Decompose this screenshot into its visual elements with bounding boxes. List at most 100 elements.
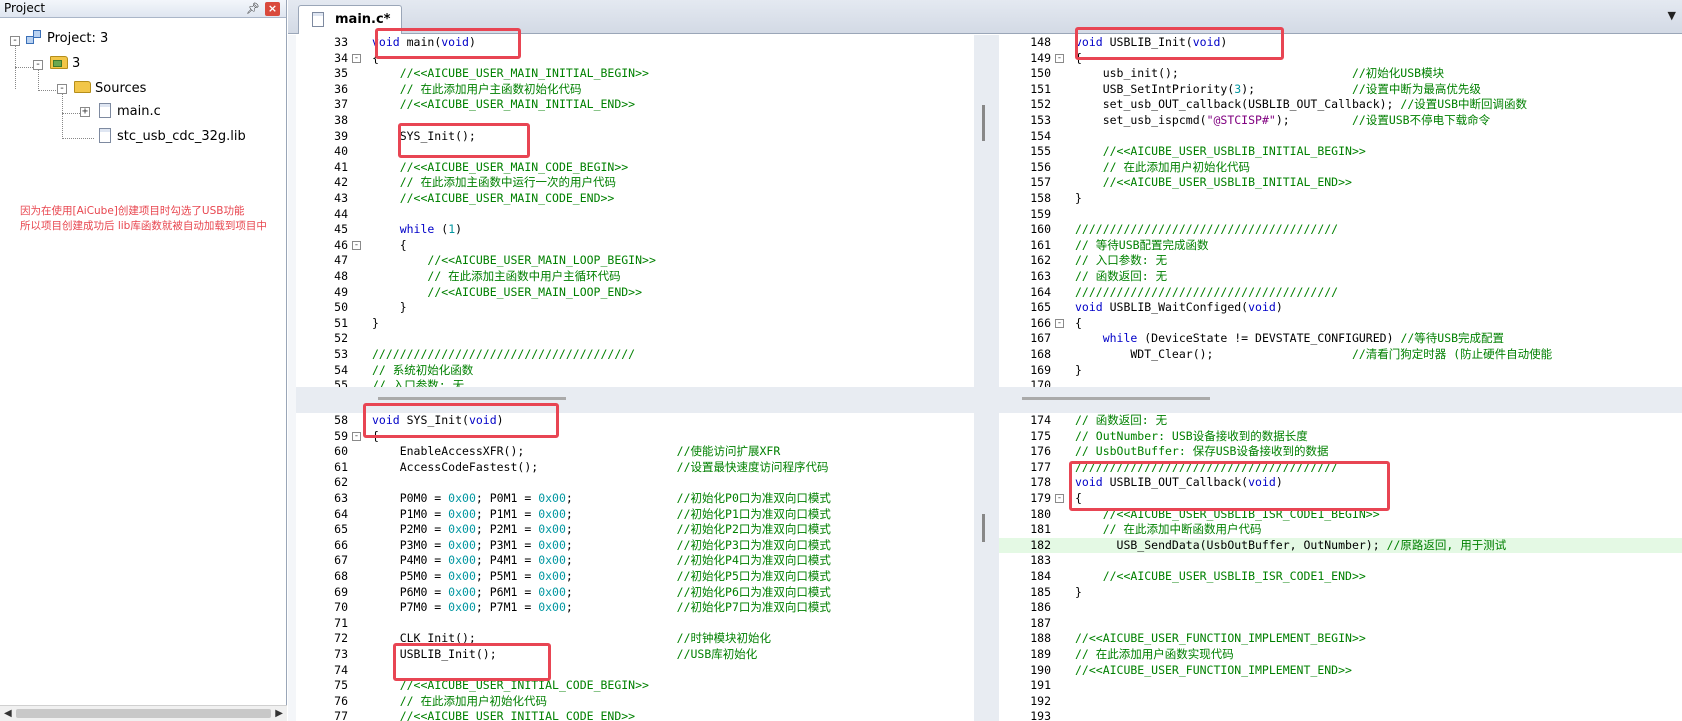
code-line[interactable]: 58 void SYS_Init(void) <box>296 413 974 429</box>
code-line[interactable]: 164 /////////////////////////////////////… <box>999 285 1682 301</box>
code-line[interactable]: 178 void USBLIB_OUT_Callback(void) <box>999 475 1682 491</box>
code-line[interactable]: 68 P5M0 = 0x00; P5M1 = 0x00; //初始化P5口为准双… <box>296 569 974 585</box>
tree-node-file[interactable]: stc_usb_cdc_32g.lib <box>99 128 246 146</box>
code-line[interactable]: 168 WDT_Clear(); //清看门狗定时器 (防止硬件自动使能 <box>999 347 1682 363</box>
collapse-project-toggle[interactable]: - <box>10 36 20 46</box>
code-line[interactable]: 69 P6M0 = 0x00; P6M1 = 0x00; //初始化P6口为准双… <box>296 585 974 601</box>
code-line[interactable]: 183 <box>999 553 1682 569</box>
collapse-group-toggle[interactable]: - <box>57 84 67 94</box>
code-line[interactable]: 184 //<<AICUBE_USER_USBLIB_ISR_CODE1_END… <box>999 569 1682 585</box>
code-line[interactable]: 72 CLK_Init(); //时钟模块初始化 <box>296 631 974 647</box>
editor-pane-bottom-left[interactable]: 58 void SYS_Init(void) 59- {60 EnableAccess… <box>296 413 974 721</box>
code-line[interactable]: 150 usb_init(); //初始化USB模块 <box>999 66 1682 82</box>
code-line[interactable]: 39 SYS_Init(); <box>296 129 974 145</box>
code-line[interactable]: 33 void main(void) <box>296 35 974 51</box>
code-line[interactable]: 55 // 入口参数: 无 <box>296 378 974 387</box>
code-line[interactable]: 156 // 在此添加用户初始化代码 <box>999 160 1682 176</box>
code-line[interactable]: 38 <box>296 113 974 129</box>
project-horizontal-scrollbar[interactable]: ◀ ▶ <box>0 705 287 721</box>
editor-pane-bottom-right[interactable]: 174 // 函数返回: 无 175 // OutNumber: USB设备接收到的数… <box>999 413 1682 721</box>
code-line[interactable]: 37 //<<AICUBE_USER_MAIN_INITIAL_END>> <box>296 97 974 113</box>
tab-main-c[interactable]: main.c* <box>298 5 402 34</box>
horizontal-scroll-thumb[interactable] <box>378 397 566 400</box>
code-line[interactable]: 73 USBLIB_Init(); //USB库初始化 <box>296 647 974 663</box>
vertical-splitter[interactable] <box>974 35 999 721</box>
code-line[interactable]: 45 while (1) <box>296 222 974 238</box>
code-line[interactable]: 155 //<<AICUBE_USER_USBLIB_INITIAL_BEGIN… <box>999 144 1682 160</box>
vertical-scroll-thumb[interactable] <box>982 514 985 542</box>
code-line[interactable]: 151 USB_SetIntPriority(3); //设置中断为最高优先级 <box>999 82 1682 98</box>
code-line[interactable]: 176 // UsbOutBuffer: 保存USB设备接收到的数据 <box>999 444 1682 460</box>
horizontal-scroll-thumb[interactable] <box>1022 397 1210 400</box>
code-line[interactable]: 181 // 在此添加中断函数用户代码 <box>999 522 1682 538</box>
pin-icon[interactable]: 📌︎ <box>246 0 260 17</box>
fold-toggle-icon[interactable]: - <box>1055 53 1064 63</box>
code-line[interactable]: 188 //<<AICUBE_USER_FUNCTION_IMPLEMENT_BE… <box>999 631 1682 647</box>
editor-pane-top-right[interactable]: 148 void USBLIB_Init(void) 149-{150 usb_in… <box>999 35 1682 387</box>
close-icon[interactable]: × <box>265 2 280 16</box>
code-line[interactable]: 169} <box>999 363 1682 379</box>
code-line[interactable]: 48 // 在此添加主函数中用户主循环代码 <box>296 269 974 285</box>
code-line[interactable]: 64 P1M0 = 0x00; P1M1 = 0x00; //初始化P1口为准双… <box>296 507 974 523</box>
code-line[interactable]: 154 <box>999 129 1682 145</box>
code-line[interactable]: 62 <box>296 475 974 491</box>
code-line[interactable]: 67 P4M0 = 0x00; P4M1 = 0x00; //初始化P4口为准双… <box>296 553 974 569</box>
tree-node-target[interactable]: 3 <box>50 55 80 73</box>
code-line[interactable]: 189 // 在此添加用户函数实现代码 <box>999 647 1682 663</box>
code-line[interactable]: 158} <box>999 191 1682 207</box>
vertical-scroll-thumb[interactable] <box>982 105 985 141</box>
code-line[interactable]: 76 // 在此添加用户初始化代码 <box>296 694 974 710</box>
code-line[interactable]: 190 //<<AICUBE_USER_FUNCTION_IMPLEMENT_EN… <box>999 663 1682 679</box>
code-line[interactable]: 152 set_usb_OUT_callback(USBLIB_OUT_Call… <box>999 97 1682 113</box>
code-line[interactable]: 66 P3M0 = 0x00; P3M1 = 0x00; //初始化P3口为准双… <box>296 538 974 554</box>
code-line[interactable]: 53 ////////////////////////////////////// <box>296 347 974 363</box>
code-line[interactable]: 40 <box>296 144 974 160</box>
scroll-left-icon[interactable]: ◀ <box>4 708 12 719</box>
tree-node-project[interactable]: Project: 3 <box>26 30 108 48</box>
code-line[interactable]: 185} <box>999 585 1682 601</box>
code-line[interactable]: 77 //<<AICUBE_USER_INITIAL_CODE_END>> <box>296 709 974 721</box>
code-line[interactable]: 161 // 等待USB配置完成函数 <box>999 238 1682 254</box>
code-line[interactable]: 35 //<<AICUBE_USER_MAIN_INITIAL_BEGIN>> <box>296 66 974 82</box>
code-line[interactable]: 42 // 在此添加主函数中运行一次的用户代码 <box>296 175 974 191</box>
code-line[interactable]: 61 AccessCodeFastest(); //设置最快速度访问程序代码 <box>296 460 974 476</box>
code-line[interactable]: 175 // OutNumber: USB设备接收到的数据长度 <box>999 429 1682 445</box>
code-line[interactable]: 182 USB_SendData(UsbOutBuffer, OutNumber… <box>999 537 1682 554</box>
code-line[interactable]: 63 P0M0 = 0x00; P0M1 = 0x00; //初始化P0口为准双… <box>296 491 974 507</box>
tree-node-file[interactable]: main.c <box>99 103 161 121</box>
code-line[interactable]: 71 <box>296 616 974 632</box>
fold-toggle-icon[interactable]: - <box>352 240 361 250</box>
code-line[interactable]: 167 while (DeviceState != DEVSTATE_CONFI… <box>999 331 1682 347</box>
code-line[interactable]: 166- { <box>999 316 1682 332</box>
code-line[interactable]: 44 <box>296 207 974 223</box>
code-line[interactable]: 177 /////////////////////////////////////… <box>999 460 1682 476</box>
code-line[interactable]: 179- { <box>999 491 1682 507</box>
code-line[interactable]: 180 //<<AICUBE_USER_USBLIB_ISR_CODE1_BEG… <box>999 507 1682 523</box>
code-line[interactable]: 186 <box>999 600 1682 616</box>
code-line[interactable]: 47 //<<AICUBE_USER_MAIN_LOOP_BEGIN>> <box>296 253 974 269</box>
code-line[interactable]: 41 //<<AICUBE_USER_MAIN_CODE_BEGIN>> <box>296 160 974 176</box>
code-line[interactable]: 60 EnableAccessXFR(); //使能访问扩展XFR <box>296 444 974 460</box>
code-line[interactable]: 149- { <box>999 51 1682 67</box>
scroll-right-icon[interactable]: ▶ <box>275 708 283 719</box>
tree-node-sources[interactable]: Sources <box>74 80 146 98</box>
fold-toggle-icon[interactable]: - <box>1055 318 1064 328</box>
code-line[interactable]: 191 <box>999 678 1682 694</box>
code-line[interactable]: 49 //<<AICUBE_USER_MAIN_LOOP_END>> <box>296 285 974 301</box>
fold-toggle-icon[interactable]: - <box>352 431 361 441</box>
code-line[interactable]: 34- { <box>296 51 974 67</box>
code-line[interactable]: 59- { <box>296 429 974 445</box>
code-line[interactable]: 160 /////////////////////////////////////… <box>999 222 1682 238</box>
fold-toggle-icon[interactable]: - <box>352 53 361 63</box>
code-line[interactable]: 159 <box>999 207 1682 223</box>
code-line[interactable]: 65 P2M0 = 0x00; P2M1 = 0x00; //初始化P2口为准双… <box>296 522 974 538</box>
code-line[interactable]: 193 <box>999 709 1682 721</box>
code-line[interactable]: 46- { <box>296 238 974 254</box>
code-line[interactable]: 148 void USBLIB_Init(void) <box>999 35 1682 51</box>
editor-pane-top-left[interactable]: 33 void main(void) 34-{35 //<<AICUBE_USER_… <box>296 35 974 387</box>
code-line[interactable]: 74 <box>296 663 974 679</box>
fold-toggle-icon[interactable]: - <box>1055 494 1064 503</box>
code-line[interactable]: 43 //<<AICUBE_USER_MAIN_CODE_END>> <box>296 191 974 207</box>
tab-dropdown-icon[interactable]: ▼ <box>1668 9 1676 22</box>
code-line[interactable]: 162 // 入口参数: 无 <box>999 253 1682 269</box>
